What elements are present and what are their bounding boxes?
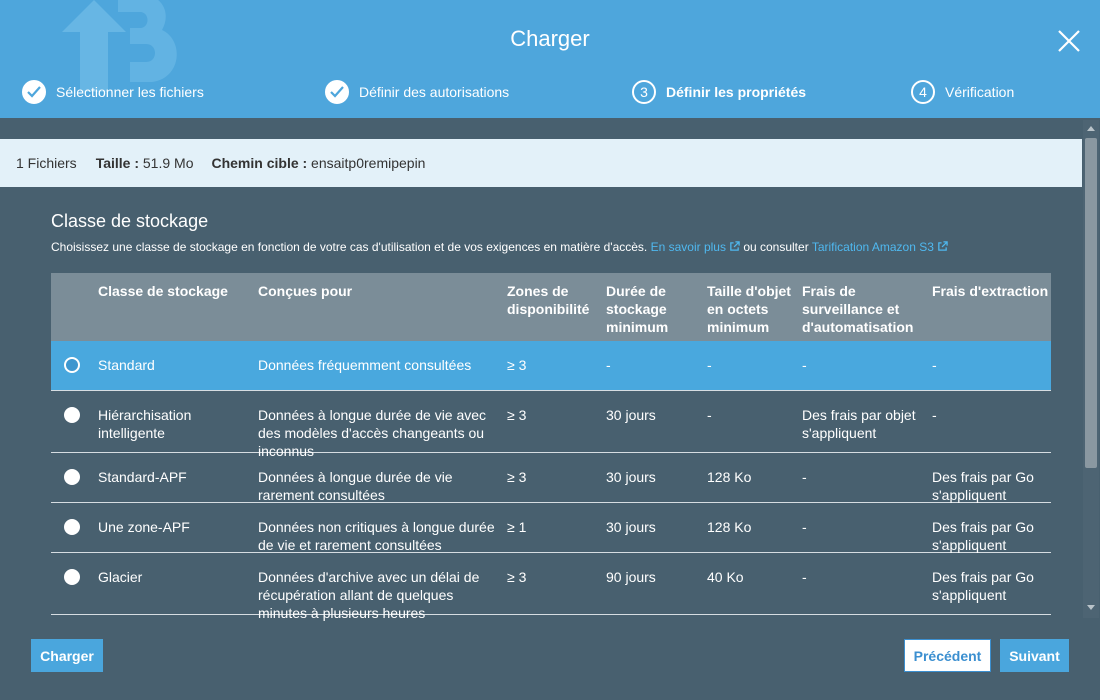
step-set-permissions: Définir des autorisations (325, 78, 509, 106)
column-header: Zones de disponibilité (507, 283, 590, 317)
scroll-down-icon[interactable] (1086, 604, 1096, 612)
table-row[interactable]: Standard-APF Données à longue durée de v… (51, 453, 1051, 503)
table-row[interactable]: Hiérarchisation intelligente Données à l… (51, 391, 1051, 459)
cell-zones: ≥ 3 (507, 407, 527, 423)
cell-designed-for: Données non critiques à longue durée de … (258, 519, 495, 553)
cell-retrieval-fees: - (932, 357, 937, 373)
dialog-title: Charger (510, 26, 590, 51)
cell-class: Hiérarchisation intelligente (98, 407, 192, 441)
step-number: 4 (911, 80, 935, 104)
cell-retrieval-fees: - (932, 407, 937, 423)
column-header: Durée de stockage minimum (606, 283, 669, 335)
cell-min-size: 128 Ko (707, 519, 752, 535)
cell-monitoring-fees: Des frais par objet s'appliquent (802, 407, 916, 441)
column-header: Frais d'extraction (932, 283, 1049, 299)
learn-more-link[interactable]: En savoir plus (651, 240, 740, 254)
description-text: Choisissez une classe de stockage en fon… (51, 240, 648, 254)
cell-designed-for: Données à longue durée de vie avec des m… (258, 407, 487, 459)
cell-zones: ≥ 3 (507, 569, 527, 585)
cell-min-size: 40 Ko (707, 569, 744, 585)
cell-designed-for: Données à longue durée de vie rarement c… (258, 469, 453, 503)
cell-min-duration: - (606, 357, 611, 373)
upload-dialog: Charger Sélectionner les fichiers Défini… (0, 0, 1100, 700)
step-label: Vérification (945, 84, 1015, 100)
cell-zones: ≥ 3 (507, 357, 527, 373)
cell-monitoring-fees: - (802, 357, 807, 373)
step-label: Sélectionner les fichiers (56, 84, 204, 100)
column-header: Taille d'objet en octets minimum (707, 283, 791, 335)
step-review: 4 Vérification (911, 78, 1014, 106)
storage-class-radio[interactable] (64, 407, 80, 423)
scroll-up-icon[interactable] (1086, 124, 1096, 132)
section-description: Choisissez une classe de stockage en fon… (51, 240, 948, 254)
upload-summary-bar: 1 Fichiers Taille : 51.9 Mo Chemin cible… (0, 139, 1082, 187)
next-button[interactable]: Suivant (1000, 639, 1069, 672)
external-link-icon (730, 241, 740, 251)
cell-min-duration: 30 jours (606, 519, 656, 535)
column-header: Conçues pour (258, 283, 353, 299)
storage-class-radio[interactable] (64, 569, 80, 585)
cell-designed-for: Données d'archive avec un délai de récup… (258, 569, 480, 621)
cell-min-size: 128 Ko (707, 469, 752, 485)
cell-class: Standard-APF (98, 469, 187, 485)
cell-retrieval-fees: Des frais par Go s'appliquent (932, 569, 1034, 603)
cell-min-duration: 30 jours (606, 469, 656, 485)
step-number: 3 (632, 80, 656, 104)
close-icon[interactable] (1056, 28, 1082, 54)
cell-class: Une zone-APF (98, 519, 190, 535)
cell-min-duration: 90 jours (606, 569, 656, 585)
cell-monitoring-fees: - (802, 569, 807, 585)
cell-retrieval-fees: Des frais par Go s'appliquent (932, 519, 1034, 553)
pricing-link[interactable]: Tarification Amazon S3 (812, 240, 948, 254)
storage-class-radio[interactable] (64, 357, 80, 373)
size-label: Taille : (95, 155, 139, 171)
storage-class-radio[interactable] (64, 519, 80, 535)
external-link-icon (938, 241, 948, 251)
file-count: 1 Fichiers (16, 155, 77, 171)
storage-class-table: Classe de stockage Conçues pour Zones de… (51, 273, 1051, 621)
path-label: Chemin cible : (211, 155, 308, 171)
table-row[interactable]: Glacier Données d'archive avec un délai … (51, 553, 1051, 621)
cell-designed-for: Données fréquemment consultées (258, 357, 472, 373)
step-select-files: Sélectionner les fichiers (22, 78, 204, 106)
cell-min-size: - (707, 357, 712, 373)
cell-zones: ≥ 1 (507, 519, 527, 535)
scrollbar-thumb[interactable] (1085, 138, 1097, 468)
dialog-header: Charger Sélectionner les fichiers Défini… (0, 0, 1100, 118)
column-header: Classe de stockage (98, 283, 228, 299)
or-consult-text: ou consulter (743, 240, 809, 254)
cell-class: Glacier (98, 569, 143, 585)
step-label: Définir des autorisations (359, 84, 510, 100)
size-value: 51.9 Mo (139, 155, 194, 171)
check-icon (22, 80, 46, 104)
scrollbar[interactable] (1083, 120, 1099, 618)
cell-min-duration: 30 jours (606, 407, 656, 423)
storage-class-radio[interactable] (64, 469, 80, 485)
cell-monitoring-fees: - (802, 519, 807, 535)
section-title: Classe de stockage (51, 211, 209, 231)
cell-zones: ≥ 3 (507, 469, 527, 485)
check-icon (325, 80, 349, 104)
previous-button[interactable]: Précédent (904, 639, 991, 672)
column-header: Frais de surveillance et d'automatisatio… (802, 283, 914, 335)
upload-button[interactable]: Charger (31, 639, 103, 672)
target-path-info: Chemin cible : ensaitp0remipepin (211, 155, 425, 171)
step-label: Définir les propriétés (666, 84, 807, 100)
step-set-properties: 3 Définir les propriétés (632, 78, 806, 106)
cell-retrieval-fees: Des frais par Go s'appliquent (932, 469, 1034, 503)
path-value: ensaitp0remipepin (307, 155, 426, 171)
cell-class: Standard (98, 357, 155, 373)
table-row[interactable]: Une zone-APF Données non critiques à lon… (51, 503, 1051, 553)
table-row[interactable]: Standard Données fréquemment consultées … (51, 341, 1051, 391)
cell-min-size: - (707, 407, 712, 423)
cell-monitoring-fees: - (802, 469, 807, 485)
table-header: Classe de stockage Conçues pour Zones de… (51, 273, 1051, 341)
size-info: Taille : 51.9 Mo (96, 155, 194, 171)
